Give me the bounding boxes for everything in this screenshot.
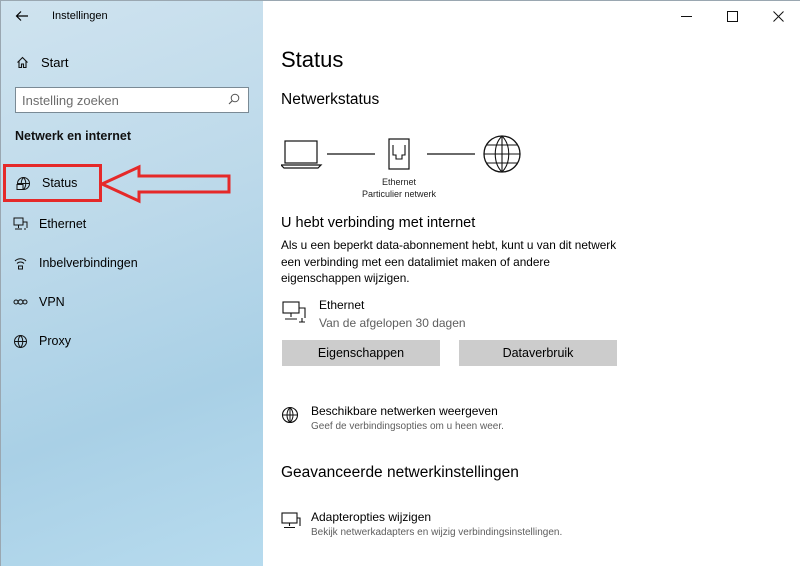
sidebar-item-label: VPN — [39, 295, 65, 309]
close-button[interactable] — [755, 1, 800, 31]
sidebar-item-proxy[interactable]: Proxy — [11, 328, 231, 354]
sidebar-item-vpn[interactable]: VPN — [11, 289, 231, 315]
sidebar-item-label: Ethernet — [39, 217, 87, 231]
ethernet-icon — [11, 217, 29, 231]
sidebar-item-status[interactable]: Status — [3, 164, 102, 202]
sidebar-item-label: Proxy — [39, 334, 71, 348]
ethernet-usage-period: Van de afgelopen 30 dagen — [319, 316, 466, 330]
back-button[interactable] — [9, 5, 35, 27]
data-usage-button[interactable]: Dataverbruik — [459, 340, 617, 366]
title-bar: Instellingen — [1, 1, 263, 31]
globe-icon — [281, 406, 299, 429]
sidebar-item-ethernet[interactable]: Ethernet — [11, 211, 231, 237]
advanced-settings-heading: Geavanceerde netwerkinstellingen — [281, 464, 519, 481]
back-arrow-icon — [15, 11, 28, 21]
connection-description: Als u een beperkt data-abonnement hebt, … — [281, 238, 617, 285]
network-diagram-graphic — [279, 135, 521, 173]
main-panel: Status Netwerkstatus Ethernet Particulie… — [263, 1, 800, 566]
ethernet-port-icon — [388, 138, 410, 170]
section-title: Netwerk en internet — [15, 129, 132, 143]
available-networks-title[interactable]: Beschikbare netwerken weergeven — [311, 404, 498, 418]
vpn-icon — [11, 296, 29, 308]
globe-icon — [11, 334, 29, 349]
connection-title: U hebt verbinding met internet — [281, 215, 476, 231]
search-icon[interactable] — [228, 93, 242, 108]
page-title: Status — [281, 47, 344, 72]
sidebar-item-label: Start — [41, 54, 69, 70]
window-controls — [663, 1, 800, 31]
search-box[interactable] — [15, 87, 249, 113]
close-icon — [772, 10, 784, 22]
adapter-options-title[interactable]: Adapteropties wijzigen — [311, 510, 431, 524]
dialup-icon — [11, 256, 29, 270]
ethernet-name: Ethernet — [319, 298, 365, 312]
maximize-icon — [726, 10, 738, 22]
settings-window: Instellingen Start Netwerk en internet — [0, 0, 800, 566]
network-adapter-icon — [281, 512, 301, 535]
network-status-heading: Netwerkstatus — [281, 91, 380, 108]
home-icon — [15, 56, 29, 69]
minimize-button[interactable] — [663, 1, 709, 31]
available-networks-description: Geef de verbindingsopties om u heen weer… — [311, 421, 504, 432]
ethernet-icon — [281, 300, 307, 329]
maximize-button[interactable] — [709, 1, 755, 31]
sidebar-item-home[interactable]: Start — [15, 51, 68, 73]
sidebar-item-label: Status — [42, 176, 78, 190]
diagram-adapter-label: Ethernet — [381, 177, 417, 187]
network-status-icon — [14, 176, 32, 191]
sidebar-item-dialup[interactable]: Inbelverbindingen — [11, 250, 231, 276]
globe-icon — [483, 135, 521, 173]
sidebar-item-label: Inbelverbindingen — [39, 256, 138, 270]
properties-button[interactable]: Eigenschappen — [282, 340, 440, 366]
minimize-icon — [680, 15, 692, 17]
laptop-icon — [279, 140, 323, 169]
highlight-arrow-icon — [99, 164, 231, 204]
search-input[interactable] — [22, 92, 228, 108]
diagram-network-label: Particulier netwerk — [361, 189, 437, 199]
network-diagram: Ethernet Particulier netwerk — [279, 131, 541, 201]
adapter-options-description: Bekijk netwerkadapters en wijzig verbind… — [311, 527, 563, 538]
sidebar: Instellingen Start Netwerk en internet — [1, 1, 263, 566]
app-title: Instellingen — [52, 10, 108, 22]
